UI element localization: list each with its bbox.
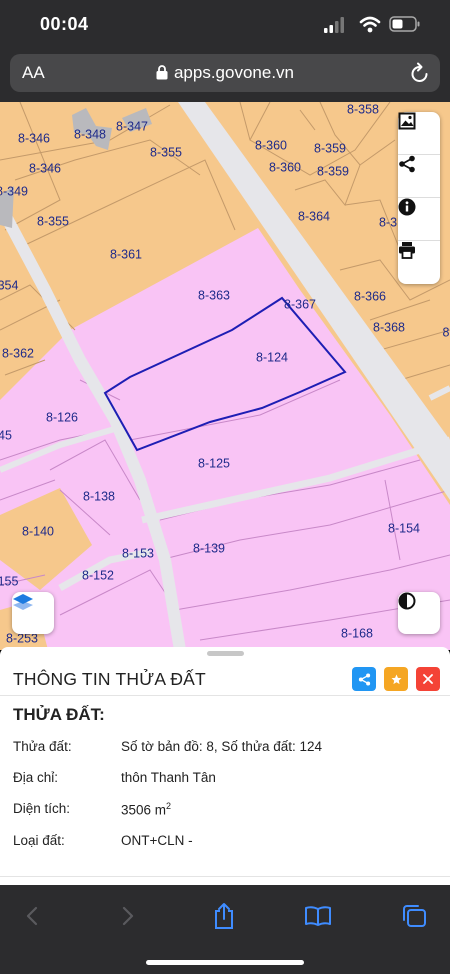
info-value: Số tờ bản đồ: 8, Số thửa đất: 124 [121,739,323,754]
contrast-toggle-button[interactable] [398,592,440,634]
parcel-label[interactable]: 8-346 [29,161,61,175]
parcel-label[interactable]: 8 [443,325,450,339]
info-value: thôn Thanh Tân [121,770,216,785]
tabs-icon [403,905,426,927]
parcel-label[interactable]: 8-346 [18,131,50,145]
contrast-icon [398,592,416,610]
info-row-land-type: Loại đất: ONT+CLN - [13,833,433,853]
info-icon [398,198,416,216]
panel-drag-handle[interactable] [207,651,244,656]
lock-icon [156,65,168,85]
layers-icon [13,594,33,610]
parcel-label[interactable]: 8-349 [0,184,28,198]
info-button[interactable] [398,198,440,241]
chevron-right-icon [122,906,134,926]
parcel-label[interactable]: 8-139 [193,541,225,555]
parcel-label[interactable]: 8-154 [388,521,420,535]
back-button[interactable] [16,901,48,931]
parcel-label[interactable]: 8-125 [198,456,230,470]
info-label: Thửa đất: [13,739,72,754]
share-upload-icon [215,903,233,929]
forward-button[interactable] [112,901,144,931]
share-icon [358,673,370,685]
land-parcel-map[interactable]: 8-358 8-346 8-348 8-347 8-355 8-360 8-359 8-346… [0,102,450,650]
panel-title: THÔNG TIN THỬA ĐẤT [13,669,206,689]
battery-icon [389,16,420,32]
panel-actions [352,667,440,691]
status-time: 00:04 [40,14,89,34]
parcel-label[interactable]: 8-366 [354,289,386,303]
parcel-label[interactable]: 8-367 [284,297,316,311]
info-label: Loại đất: [13,833,65,848]
home-indicator [146,960,304,965]
info-label: Địa chỉ: [13,770,59,785]
url-text[interactable]: apps.govone.vn [10,63,440,85]
info-row-address: Địa chỉ: thôn Thanh Tân [13,770,433,790]
panel-divider [0,695,450,696]
parcel-label[interactable]: 8-168 [341,626,373,640]
info-row-parcel: Thửa đất: Số tờ bản đồ: 8, Số thửa đất: … [13,739,433,759]
parcel-label[interactable]: 8-368 [373,320,405,334]
parcel-label[interactable]: 8-362 [2,346,34,360]
signal-icon [324,17,344,33]
parcel-label[interactable]: 8-138 [83,489,115,503]
tabs-button[interactable] [398,901,430,931]
star-icon [391,674,401,684]
address-bar[interactable]: AA apps.govone.vn [10,54,440,92]
book-icon [305,906,331,926]
parcel-label[interactable]: 8-152 [82,568,114,582]
parcel-label[interactable]: 8-360 [255,138,287,152]
browser-address-area: AA apps.govone.vn [0,48,450,102]
parcel-label[interactable]: 8-360 [269,160,301,174]
image-layer-button[interactable] [398,112,440,155]
parcel-label[interactable]: 8-361 [110,247,142,261]
parcel-label[interactable]: 8-126 [46,410,78,424]
status-icons [324,16,424,34]
parcel-info-panel: THÔNG TIN THỬA ĐẤT THỬA ĐẤT: Thửa đất: S… [0,647,450,885]
print-icon [399,242,415,259]
close-icon [423,674,433,684]
panel-bottom-divider [0,876,450,877]
parcel-label[interactable]: 8-153 [122,546,154,560]
parcel-label[interactable]: 8-359 [317,164,349,178]
parcel-label[interactable]: 8-140 [22,524,54,538]
reload-icon[interactable] [410,62,430,89]
parcel-label[interactable]: 8-358 [347,102,379,116]
parcel-label[interactable]: 8-355 [150,145,182,159]
share-icon [399,155,415,173]
parcel-label[interactable]: 8-363 [198,288,230,302]
status-bar: 00:04 [0,0,450,48]
parcel-label[interactable]: 8-348 [74,127,106,141]
url: apps.govone.vn [173,63,295,82]
parcel-label[interactable]: 8-124 [256,350,288,364]
print-button[interactable] [398,241,440,284]
parcel-label[interactable]: 8-355 [37,214,69,228]
info-label: Diện tích: [13,801,71,816]
parcel-label[interactable]: 45 [0,428,12,442]
wifi-icon [359,16,381,33]
info-row-area: Diện tích: 3506 m2 [13,801,433,821]
parcel-label[interactable]: 155 [0,574,18,588]
parcel-label[interactable]: 8-347 [116,119,148,133]
info-value: ONT+CLN - [121,833,193,848]
layers-button[interactable] [12,592,54,634]
share-page-button[interactable] [208,901,240,931]
section-title: THỬA ĐẤT: [13,705,105,724]
map-tools [398,112,440,284]
map-canvas[interactable]: 8-3588-346 8-3488-3478-355 8-360 8-3598-346… [0,102,450,650]
parcel-label[interactable]: 354 [0,278,18,292]
parcel-label[interactable]: 8-3 [379,215,397,229]
share-map-button[interactable] [398,155,440,198]
bookmarks-button[interactable] [302,901,334,931]
favorite-button[interactable] [384,667,408,691]
image-icon [398,112,416,130]
share-parcel-button[interactable] [352,667,376,691]
parcel-label[interactable]: 8-364 [298,209,330,223]
parcel-label[interactable]: 8-359 [314,141,346,155]
chevron-left-icon [26,906,38,926]
info-value: 3506 m2 [121,801,172,818]
close-panel-button[interactable] [416,667,440,691]
